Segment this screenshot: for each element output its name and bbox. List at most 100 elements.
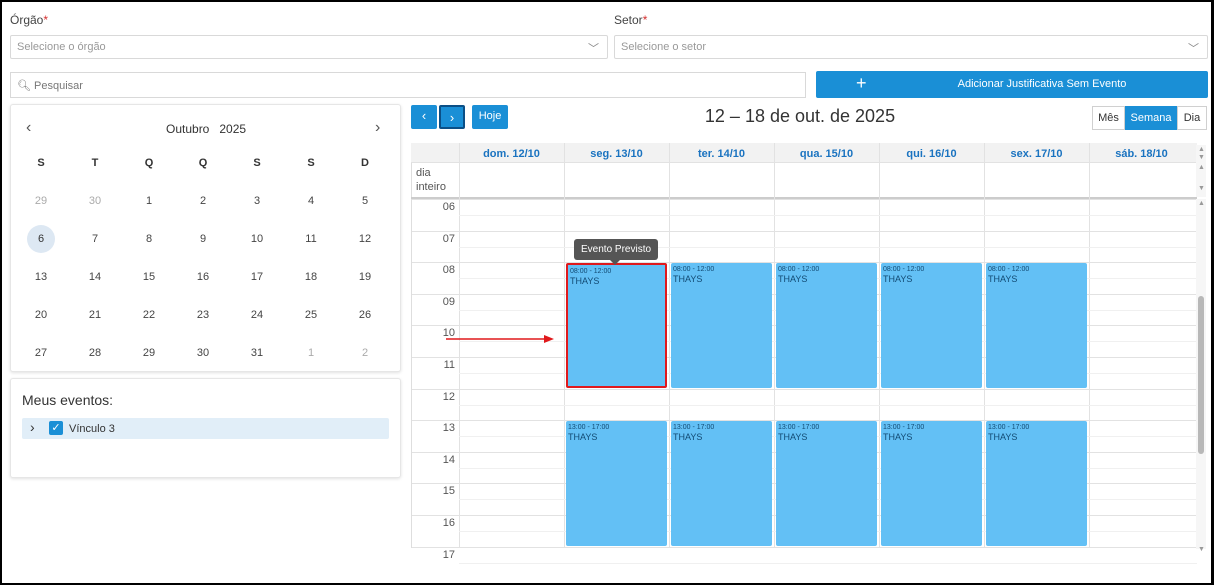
mini-calendar-grid: S T Q Q S S D 29 30 1 2 3 4 5 6 7 8 9 10 11 12 13 14 15 16 17 18 19… xyxy=(14,144,392,372)
chevron-right-icon[interactable]: › xyxy=(30,419,35,435)
event-afternoon[interactable]: 13:00 - 17:00 THAYS xyxy=(776,421,877,546)
day-cell[interactable]: 9 xyxy=(176,220,230,258)
hour-line xyxy=(412,231,1197,232)
day-cell[interactable]: 22 xyxy=(122,296,176,334)
day-column-header[interactable]: qui. 16/10 xyxy=(879,145,984,163)
day-cell[interactable]: 1 xyxy=(284,334,338,372)
mini-prev-button[interactable]: ‹ xyxy=(26,119,31,137)
scroll-down-icon[interactable]: ▼ xyxy=(1198,185,1205,192)
hour-label: 16 xyxy=(442,517,455,529)
scroll-down-icon[interactable]: ▼ xyxy=(1198,546,1205,553)
hour-label: 11 xyxy=(443,359,455,371)
day-cell[interactable]: 29 xyxy=(122,334,176,372)
event-morning[interactable]: 08:00 - 12:00 THAYS xyxy=(881,263,982,388)
scroll-down-icon[interactable]: ▼ xyxy=(1198,154,1205,161)
scrollbar-thumb[interactable] xyxy=(1198,296,1204,454)
day-column-header[interactable]: seg. 13/10 xyxy=(564,145,669,163)
day-cell[interactable]: 3 xyxy=(230,182,284,220)
day-cell[interactable]: 7 xyxy=(68,220,122,258)
mini-next-button[interactable]: › xyxy=(375,119,380,137)
column-divider xyxy=(669,143,670,548)
event-afternoon[interactable]: 13:00 - 17:00 THAYS xyxy=(671,421,772,546)
prev-week-button[interactable]: ‹ xyxy=(411,105,437,129)
week-row: 27 28 29 30 31 1 2 xyxy=(14,334,392,372)
view-week-button[interactable]: Semana xyxy=(1125,106,1177,130)
setor-select[interactable]: Selecione o setor ﹀ xyxy=(614,35,1208,59)
day-cell[interactable]: 20 xyxy=(14,296,68,334)
event-name: THAYS xyxy=(568,432,598,443)
event-morning[interactable]: 08:00 - 12:00 THAYS xyxy=(566,263,667,388)
scroll-up-icon[interactable]: ▲ xyxy=(1198,146,1205,153)
column-divider xyxy=(774,143,775,548)
day-cell[interactable]: 11 xyxy=(284,220,338,258)
column-divider xyxy=(984,143,985,548)
day-cell[interactable]: 28 xyxy=(68,334,122,372)
scroll-up-icon[interactable]: ▲ xyxy=(1198,164,1205,171)
day-cell[interactable]: 27 xyxy=(14,334,68,372)
day-column-header[interactable]: ter. 14/10 xyxy=(669,145,774,163)
day-cell[interactable]: 2 xyxy=(338,334,392,372)
day-cell[interactable]: 13 xyxy=(14,258,68,296)
vinculo-checkbox[interactable]: ✓ xyxy=(49,421,63,435)
day-cell[interactable]: 15 xyxy=(122,258,176,296)
day-cell[interactable]: 14 xyxy=(68,258,122,296)
day-cell[interactable]: 31 xyxy=(230,334,284,372)
hour-line xyxy=(412,199,1197,200)
column-divider xyxy=(564,143,565,548)
hour-label: 06 xyxy=(442,201,455,213)
day-cell[interactable]: 18 xyxy=(284,258,338,296)
day-cell[interactable]: 10 xyxy=(230,220,284,258)
event-afternoon[interactable]: 13:00 - 17:00 THAYS xyxy=(881,421,982,546)
day-cell[interactable]: 19 xyxy=(338,258,392,296)
day-cell-today[interactable]: 6 xyxy=(14,220,68,258)
weekday-label: S xyxy=(253,157,261,169)
day-cell[interactable]: 25 xyxy=(284,296,338,334)
day-cell[interactable]: 29 xyxy=(14,182,68,220)
event-afternoon[interactable]: 13:00 - 17:00 THAYS xyxy=(986,421,1087,546)
day-cell[interactable]: 26 xyxy=(338,296,392,334)
day-cell[interactable]: 1 xyxy=(122,182,176,220)
event-time: 08:00 - 12:00 xyxy=(673,266,715,274)
day-cell[interactable]: 2 xyxy=(176,182,230,220)
event-name: THAYS xyxy=(673,432,703,443)
orgao-select[interactable]: Selecione o órgão ﹀ xyxy=(10,35,608,59)
event-time: 13:00 - 17:00 xyxy=(568,424,610,432)
day-cell[interactable]: 21 xyxy=(68,296,122,334)
day-cell[interactable]: 30 xyxy=(68,182,122,220)
day-column-header[interactable]: dom. 12/10 xyxy=(459,145,564,163)
week-row: 29 30 1 2 3 4 5 xyxy=(14,182,392,220)
chevron-down-icon: ﹀ xyxy=(1188,43,1199,55)
view-day-button[interactable]: Dia xyxy=(1177,106,1207,130)
day-cell[interactable]: 12 xyxy=(338,220,392,258)
day-cell[interactable]: 17 xyxy=(230,258,284,296)
annotation-arrow xyxy=(446,335,554,343)
scroll-up-icon[interactable]: ▲ xyxy=(1198,200,1205,207)
day-cell[interactable]: 5 xyxy=(338,182,392,220)
vinculo-item[interactable]: › ✓ Vínculo 3 xyxy=(22,418,389,439)
day-cell[interactable]: 8 xyxy=(122,220,176,258)
day-cell[interactable]: 23 xyxy=(176,296,230,334)
today-button[interactable]: Hoje xyxy=(472,105,508,129)
column-divider xyxy=(459,143,460,548)
hour-label: 12 xyxy=(442,391,455,403)
day-column-header[interactable]: sex. 17/10 xyxy=(984,145,1089,163)
day-cell[interactable]: 24 xyxy=(230,296,284,334)
day-cell[interactable]: 30 xyxy=(176,334,230,372)
event-morning[interactable]: 08:00 - 12:00 THAYS xyxy=(776,263,877,388)
event-time: 13:00 - 17:00 xyxy=(988,424,1030,432)
view-month-button[interactable]: Mês xyxy=(1092,106,1125,130)
setor-label: Setor* xyxy=(614,13,648,27)
day-cell[interactable]: 16 xyxy=(176,258,230,296)
day-column-header[interactable]: qua. 15/10 xyxy=(774,145,879,163)
day-column-header[interactable]: sáb. 18/10 xyxy=(1089,145,1194,163)
hour-label: 17 xyxy=(442,549,455,561)
event-morning[interactable]: 08:00 - 12:00 THAYS xyxy=(671,263,772,388)
day-cell[interactable]: 4 xyxy=(284,182,338,220)
search-icon: 🔍︎ xyxy=(17,80,31,92)
next-week-button[interactable]: › xyxy=(439,105,465,129)
search-input[interactable]: 🔍︎ Pesquisar xyxy=(10,72,806,98)
half-hour-line xyxy=(459,563,1197,564)
add-justificativa-button[interactable]: + Adicionar Justificativa Sem Evento xyxy=(816,71,1208,98)
event-morning[interactable]: 08:00 - 12:00 THAYS xyxy=(986,263,1087,388)
event-afternoon[interactable]: 13:00 - 17:00 THAYS xyxy=(566,421,667,546)
